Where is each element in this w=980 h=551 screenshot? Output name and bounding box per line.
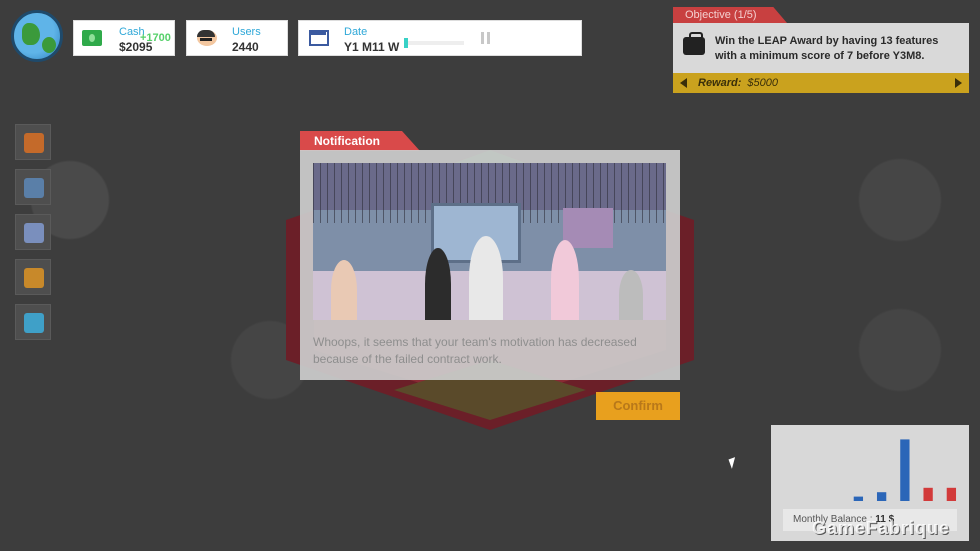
sidebar-employees-button[interactable] (15, 169, 51, 205)
folder-icon (24, 268, 44, 288)
users-label: Users (232, 26, 261, 38)
chart-bar (853, 496, 864, 501)
world-globe-icon[interactable] (11, 10, 63, 62)
notification-modal: Whoops, it seems that your team's motiva… (300, 150, 680, 380)
users-panel: Users 2440 (186, 20, 288, 56)
week-progress-fill (404, 38, 409, 48)
chart-bar (900, 439, 910, 501)
date-panel: Date Y1 M11 W (298, 20, 582, 56)
previous-objective-arrow-icon[interactable] (680, 78, 687, 88)
calendar-icon (309, 30, 329, 46)
week-progress-bar (404, 38, 464, 48)
notification-title: Notification (300, 131, 420, 151)
character-4 (551, 240, 579, 320)
pause-icon[interactable] (481, 32, 491, 44)
cash-gain: +1700 (140, 32, 171, 44)
briefcase-icon (24, 133, 44, 153)
sidebar-robots-button[interactable] (15, 214, 51, 250)
confirm-button[interactable]: Confirm (596, 392, 680, 420)
tools-icon (24, 313, 44, 333)
sidebar-projects-button[interactable] (15, 124, 51, 160)
employee-icon (24, 178, 44, 198)
chart-bar (946, 487, 957, 501)
cash-icon (82, 30, 102, 46)
objective-text: Win the LEAP Award by having 13 features… (715, 35, 939, 62)
character-2 (425, 248, 451, 320)
objective-tab[interactable]: Objective (1/5) (673, 7, 787, 23)
reward-text: Reward: $5000 (698, 77, 778, 89)
notification-message: Whoops, it seems that your team's motiva… (313, 335, 637, 366)
notification-illustration (313, 163, 666, 320)
objective-reward-bar: Reward: $5000 (673, 73, 969, 93)
sidebar-files-button[interactable] (15, 259, 51, 295)
robot-icon (24, 223, 44, 243)
briefcase-icon (683, 32, 705, 55)
chart-bar (923, 487, 933, 501)
date-value: Y1 M11 W (344, 40, 400, 54)
office-board (563, 208, 613, 248)
chart-bar (876, 492, 887, 501)
character-1 (331, 260, 357, 320)
watermark-logo: GameFabrique (812, 518, 951, 538)
user-icon (197, 30, 217, 46)
monthly-balance-chart (853, 439, 957, 501)
objective-box: Win the LEAP Award by having 13 features… (673, 23, 969, 73)
character-3 (469, 236, 503, 320)
users-value: 2440 (232, 40, 259, 54)
globe-land (42, 37, 56, 53)
character-5 (619, 270, 643, 320)
globe-land (22, 23, 40, 45)
reward-value: $5000 (747, 77, 778, 89)
date-label: Date (344, 26, 368, 38)
reward-label: Reward: (698, 77, 742, 89)
sidebar-tools-button[interactable] (15, 304, 51, 340)
next-objective-arrow-icon[interactable] (955, 78, 962, 88)
